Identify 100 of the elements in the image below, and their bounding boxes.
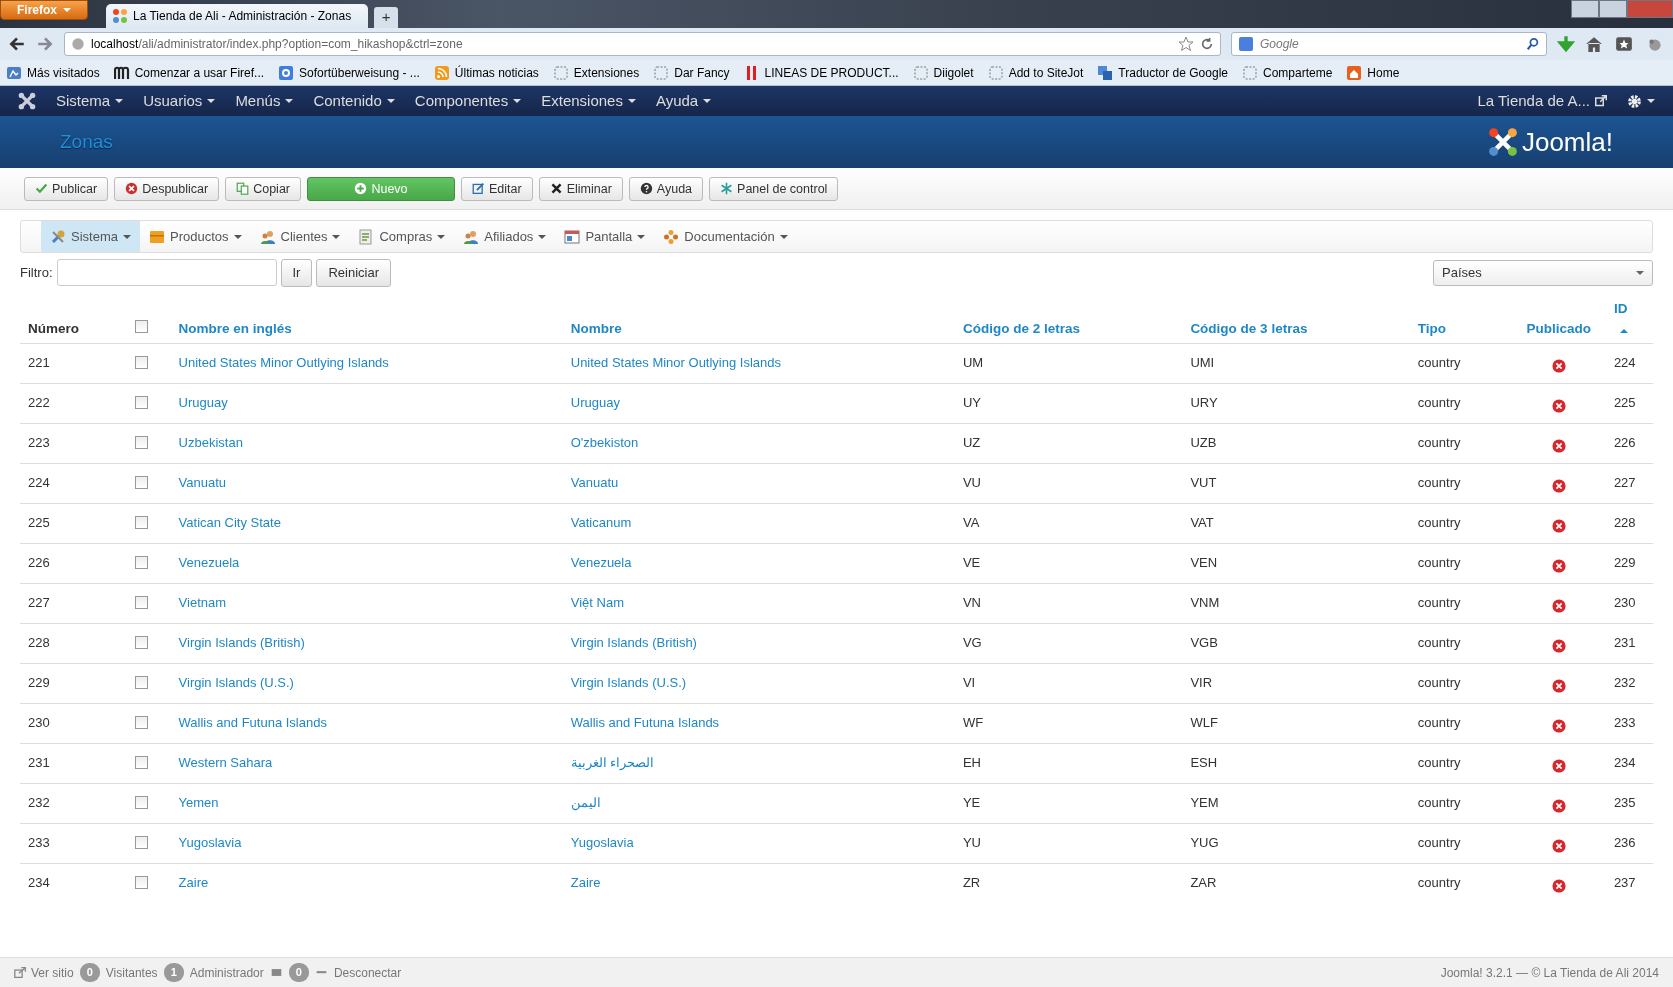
toolbar-button[interactable]: Eliminar [538, 176, 623, 201]
name-link[interactable]: الصحراء الغربية [570, 755, 655, 770]
name-link[interactable]: Uruguay [570, 395, 620, 410]
row-checkbox[interactable] [134, 476, 148, 489]
name-link[interactable]: Zaire [570, 875, 601, 890]
bookmark-link[interactable]: Home [1346, 63, 1400, 82]
toolbar-button[interactable]: Publicar [24, 176, 109, 201]
row-checkbox[interactable] [134, 356, 148, 369]
submenu-tab[interactable]: Afiliados [454, 221, 556, 252]
admin-menu-item[interactable]: Componentes [414, 89, 522, 113]
toolbar-button[interactable]: Panel de control [709, 176, 839, 201]
reset-button[interactable]: Reiniciar [316, 259, 392, 287]
admin-menu-item[interactable]: Menús [235, 89, 294, 113]
bookmark-link[interactable]: Extensiones [552, 63, 640, 82]
bookmark-link[interactable]: Dar Fancy [653, 63, 730, 82]
filter-field[interactable] [56, 259, 277, 287]
select-all-checkbox[interactable] [134, 319, 148, 333]
row-checkbox[interactable] [134, 436, 148, 449]
go-button[interactable]: Ir [280, 259, 313, 287]
bookmark-link[interactable]: Más visitados [6, 63, 100, 82]
english-name-link[interactable]: Zaire [178, 875, 209, 890]
toolbar-button[interactable]: Nuevo [307, 176, 455, 201]
bookmark-link[interactable]: Add to SiteJot [987, 63, 1084, 82]
name-link[interactable]: Vanuatu [570, 475, 619, 490]
english-name-link[interactable]: Uzbekistan [178, 435, 243, 450]
english-name-link[interactable]: Yemen [178, 795, 219, 810]
column-header[interactable]: ID [1613, 298, 1628, 319]
admin-menu-item[interactable]: Extensiones [541, 89, 636, 113]
address-bar[interactable]: localhost/ali/administrator/index.php?option=com_hikashop&ctrl=zone [64, 32, 1221, 56]
english-name-link[interactable]: Western Sahara [178, 755, 273, 770]
row-checkbox[interactable] [134, 796, 148, 809]
english-name-link[interactable]: Virgin Islands (British) [178, 635, 305, 650]
column-header[interactable]: Código de 2 letras [962, 320, 1080, 336]
maximize-button[interactable] [1599, 0, 1627, 18]
row-checkbox[interactable] [134, 596, 148, 609]
name-link[interactable]: Việt Nam [570, 595, 624, 610]
bookmark-link[interactable]: LINEAS DE PRODUCT... [743, 63, 899, 82]
bookmark-link[interactable]: Sofortüberweisung - ... [278, 63, 420, 82]
row-checkbox[interactable] [134, 676, 148, 689]
unpublished-icon[interactable] [1551, 718, 1566, 733]
unpublished-icon[interactable] [1551, 758, 1566, 773]
name-link[interactable]: O'zbekiston [570, 435, 639, 450]
bookmark-link[interactable]: Comparteme [1242, 63, 1333, 82]
name-link[interactable]: Virgin Islands (U.S.) [570, 675, 687, 690]
site-link[interactable]: La Tienda de A... [1477, 89, 1607, 113]
logout-link[interactable]: Desconectar [333, 963, 402, 982]
bookmark-link[interactable]: Diigolet [912, 63, 974, 82]
unpublished-icon[interactable] [1551, 598, 1566, 613]
english-name-link[interactable]: Venezuela [178, 555, 240, 570]
english-name-link[interactable]: Uruguay [178, 395, 228, 410]
messages-count[interactable]: 0 [288, 963, 309, 982]
new-tab-button[interactable]: + [374, 7, 398, 28]
column-header[interactable]: Tipo [1417, 320, 1447, 336]
row-checkbox[interactable] [134, 756, 148, 769]
name-link[interactable]: Virgin Islands (British) [570, 635, 697, 650]
settings-menu[interactable] [1627, 93, 1655, 109]
row-checkbox[interactable] [134, 716, 148, 729]
column-header[interactable]: Código de 3 letras [1190, 320, 1308, 336]
name-link[interactable]: Venezuela [570, 555, 632, 570]
row-checkbox[interactable] [134, 836, 148, 849]
minimize-button[interactable] [1571, 0, 1599, 18]
row-checkbox[interactable] [134, 636, 148, 649]
english-name-link[interactable]: Vatican City State [178, 515, 281, 530]
name-link[interactable]: Vaticanum [570, 515, 632, 530]
unpublished-icon[interactable] [1551, 558, 1566, 573]
submenu-tab[interactable]: Clientes [250, 221, 350, 252]
name-link[interactable]: United States Minor Outlying Islands [570, 355, 782, 370]
name-link[interactable]: اليمن [570, 795, 601, 810]
unpublished-icon[interactable] [1551, 398, 1566, 413]
row-checkbox[interactable] [134, 876, 148, 889]
admin-menu-item[interactable]: Usuarios [143, 89, 216, 113]
view-site-link[interactable]: Ver sitio [14, 963, 74, 982]
bookmark-link[interactable]: Traductor de Google [1097, 63, 1228, 82]
unpublished-icon[interactable] [1551, 478, 1566, 493]
name-link[interactable]: Yugoslavia [570, 835, 634, 850]
admin-menu-item[interactable]: Ayuda [655, 89, 712, 113]
unpublished-icon[interactable] [1551, 638, 1566, 653]
unpublished-icon[interactable] [1551, 518, 1566, 533]
unpublished-icon[interactable] [1551, 438, 1566, 453]
admin-menu-item[interactable]: Contenido [313, 89, 395, 113]
submenu-tab[interactable]: Compras [349, 221, 455, 252]
search-field[interactable]: Google [1231, 32, 1547, 56]
unpublished-icon[interactable] [1551, 358, 1566, 373]
unpublished-icon[interactable] [1551, 798, 1566, 813]
toolbar-button[interactable]: Despublicar [114, 176, 220, 201]
toolbar-button[interactable]: Copiar [225, 176, 301, 201]
toolbar-button[interactable]: Editar [461, 176, 533, 201]
column-header[interactable]: Nombre en inglés [178, 320, 292, 336]
zone-type-select[interactable]: Países [1433, 259, 1653, 286]
firefox-menu-button[interactable]: Firefox [0, 0, 88, 20]
column-header[interactable]: Publicado [1526, 320, 1592, 336]
english-name-link[interactable]: Wallis and Futuna Islands [178, 715, 327, 730]
submenu-tab[interactable]: Sistema [41, 221, 140, 252]
bookmark-link[interactable]: Comenzar a usar Firef... [113, 63, 265, 82]
english-name-link[interactable]: Vanuatu [178, 475, 227, 490]
unpublished-icon[interactable] [1551, 838, 1566, 853]
submenu-tab[interactable]: Documentación [654, 221, 797, 252]
english-name-link[interactable]: Vietnam [178, 595, 227, 610]
admin-menu-item[interactable]: Sistema [56, 89, 124, 113]
submenu-tab[interactable]: Pantalla [555, 221, 655, 252]
